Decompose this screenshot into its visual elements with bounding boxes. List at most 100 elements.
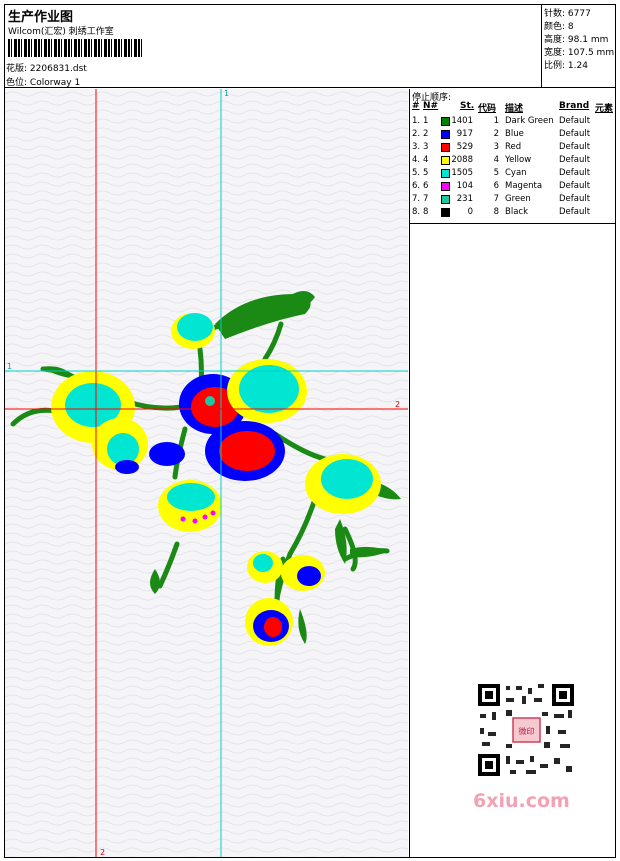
row-index: 1. xyxy=(412,116,421,126)
guide-label-v1: 1 xyxy=(224,89,229,98)
row-needle: 2 xyxy=(423,129,429,139)
row-brand: Default xyxy=(559,116,591,126)
stat-scale: 比例: 1.24 xyxy=(544,58,588,71)
row-code: 7 xyxy=(493,194,499,204)
qr-code[interactable]: 微印 xyxy=(470,680,582,780)
table-row[interactable]: 4. 4 2088 4 Yellow Default xyxy=(410,155,616,168)
row-description: Cyan xyxy=(505,168,527,178)
stat-colors: 颜色: 8 xyxy=(544,19,574,32)
row-index: 2. xyxy=(412,129,421,139)
row-code: 4 xyxy=(493,155,499,165)
row-brand: Default xyxy=(559,194,591,204)
row-brand: Default xyxy=(559,207,591,217)
col-header: Brand xyxy=(559,101,590,111)
table-row[interactable]: 2. 2 917 2 Blue Default xyxy=(410,129,616,142)
row-description: Yellow xyxy=(505,155,532,165)
color-swatch xyxy=(441,117,450,126)
row-code: 1 xyxy=(493,116,499,126)
row-needle: 7 xyxy=(423,194,429,204)
row-code: 8 xyxy=(493,207,499,217)
row-stitches: 231 xyxy=(456,194,473,204)
stat-value: 6777 xyxy=(567,9,591,19)
table-row[interactable]: 1. 1 1401 1 Dark Green Default xyxy=(410,116,616,129)
guide-label-v2: 2 xyxy=(100,848,105,857)
col-header: N# xyxy=(423,101,439,111)
stat-value: 1.24 xyxy=(567,61,588,71)
colorway-line: 色位: Colorway 1 xyxy=(6,75,80,88)
qr-graphic: 微印 xyxy=(478,684,574,776)
guide-label-h1: 1 xyxy=(7,362,12,371)
stat-label: 比例: xyxy=(544,61,566,71)
stat-label: 高度: xyxy=(544,35,566,45)
row-needle: 4 xyxy=(423,155,429,165)
color-swatch xyxy=(441,130,450,139)
row-needle: 6 xyxy=(423,181,429,191)
row-needle: 8 xyxy=(423,207,429,217)
flower-right-upper xyxy=(227,359,307,423)
table-row[interactable]: 6. 6 104 6 Magenta Default xyxy=(410,181,616,194)
col-header: # xyxy=(412,101,420,111)
barcode xyxy=(8,39,142,57)
subtitle: Wilcom(汇宏) 刺绣工作室 xyxy=(8,27,114,37)
row-brand: Default xyxy=(559,142,591,152)
watermark: 6xiu.com xyxy=(473,790,570,812)
stat-value: 8 xyxy=(567,22,574,32)
row-code: 2 xyxy=(493,129,499,139)
design-canvas[interactable]: 1 2 1 2 xyxy=(5,89,408,857)
row-index: 7. xyxy=(412,194,421,204)
stat-value: 107.5 mm xyxy=(567,48,615,58)
seal-text: 微印 xyxy=(519,726,535,736)
row-needle: 1 xyxy=(423,116,429,126)
table-row[interactable]: 5. 5 1505 5 Cyan Default xyxy=(410,168,616,181)
design-line: 花版: 2206831.dst xyxy=(6,61,87,74)
row-stitches: 2088 xyxy=(451,155,473,165)
color-swatch xyxy=(441,143,450,152)
color-swatch xyxy=(441,169,450,178)
row-brand: Default xyxy=(559,181,591,191)
row-description: Dark Green xyxy=(505,116,554,126)
stat-label: 针数: xyxy=(544,9,566,19)
stats-box: 针数: 6777 颜色: 8 高度: 98.1 mm 宽度: 107.5 mm … xyxy=(541,4,616,88)
table-row[interactable]: 7. 7 231 7 Green Default xyxy=(410,194,616,207)
row-index: 5. xyxy=(412,168,421,178)
guide-label-h2: 2 xyxy=(395,400,400,409)
row-stitches: 104 xyxy=(456,181,473,191)
col-header: 代码 xyxy=(478,104,497,114)
stat-value: 98.1 mm xyxy=(567,35,609,45)
col-header: 元素 xyxy=(595,104,614,114)
stat-stitches: 针数: 6777 xyxy=(544,6,591,19)
page-title: 生产作业图 xyxy=(8,10,74,25)
design-value: 2206831.dst xyxy=(29,64,87,74)
col-header: St. xyxy=(460,101,475,111)
stop-sequence-table: 停止顺序: # N# St. 代码 描述 Brand 元素 1. 1 1401 1 Da… xyxy=(410,89,616,224)
row-code: 5 xyxy=(493,168,499,178)
flower-lower-left xyxy=(158,480,222,532)
table-row[interactable]: 8. 8 0 8 Black Default xyxy=(410,207,616,220)
row-description: Magenta xyxy=(505,181,543,191)
row-stitches: 1505 xyxy=(451,168,473,178)
row-brand: Default xyxy=(559,168,591,178)
row-index: 8. xyxy=(412,207,421,217)
row-description: Blue xyxy=(505,129,524,139)
embroidery-preview: 1 2 1 2 xyxy=(5,89,408,857)
color-swatch xyxy=(441,182,450,191)
flower-bud-bottom xyxy=(245,598,293,646)
row-stitches: 529 xyxy=(456,142,473,152)
stat-label: 颜色: xyxy=(544,22,566,32)
stat-width: 宽度: 107.5 mm xyxy=(544,45,614,58)
row-description: Red xyxy=(505,142,522,152)
flower-bud-top xyxy=(171,313,215,349)
flower-right-mid xyxy=(305,454,381,514)
color-swatch xyxy=(441,195,450,204)
row-stitches: 1401 xyxy=(451,116,473,126)
row-description: Black xyxy=(505,207,528,217)
row-code: 3 xyxy=(493,142,499,152)
row-needle: 5 xyxy=(423,168,429,178)
colorway-value: Colorway 1 xyxy=(29,78,81,88)
header: 生产作业图 Wilcom(汇宏) 刺绣工作室 花版: 2206831.dst 色… xyxy=(4,4,616,88)
table-row[interactable]: 3. 3 529 3 Red Default xyxy=(410,142,616,155)
row-index: 3. xyxy=(412,142,421,152)
color-swatch xyxy=(441,156,450,165)
row-code: 6 xyxy=(493,181,499,191)
color-swatch xyxy=(441,208,450,217)
